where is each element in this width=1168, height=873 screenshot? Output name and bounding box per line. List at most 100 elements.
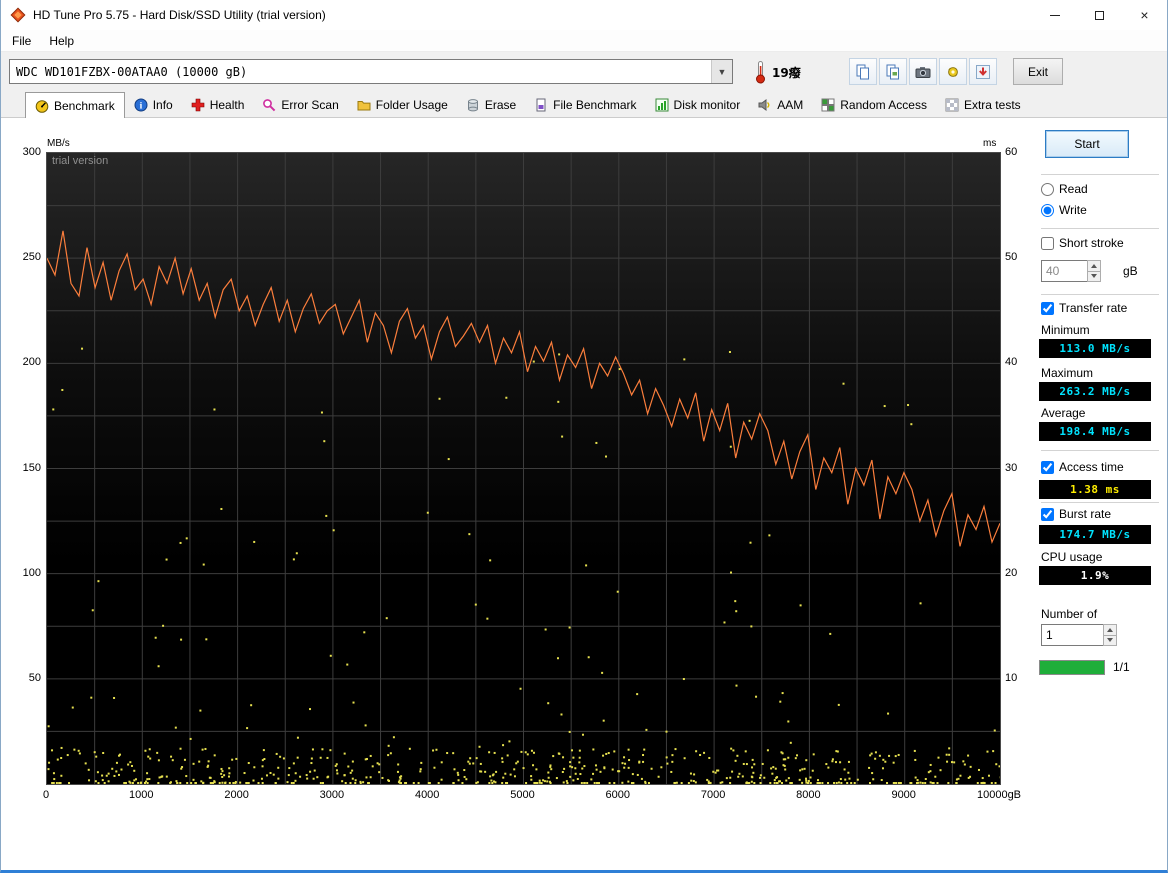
left-axis-unit: MB/s — [47, 138, 70, 149]
drive-selector-input[interactable] — [10, 60, 711, 83]
tab-health[interactable]: Health — [182, 93, 254, 117]
extra-tests-icon — [945, 98, 959, 112]
menu-file[interactable]: File — [3, 31, 40, 51]
tab-extra-tests[interactable]: Extra tests — [936, 93, 1030, 117]
tab-random-access[interactable]: Random Access — [812, 93, 936, 117]
short-stroke-input[interactable] — [1041, 260, 1087, 282]
short-stroke-row[interactable]: Short stroke — [1041, 236, 1124, 250]
axis-tick-label: 6000 — [605, 789, 631, 801]
access-time-value: 1.38 ms — [1039, 480, 1151, 499]
separator — [1041, 228, 1159, 230]
spin-down-button[interactable] — [1088, 270, 1100, 281]
burst-rate-label: Burst rate — [1059, 507, 1112, 521]
cpu-usage-value: 1.9% — [1039, 566, 1151, 585]
transfer-rate-label: Transfer rate — [1059, 301, 1128, 315]
folder-icon — [357, 101, 371, 111]
axis-tick-label: 60 — [1005, 146, 1018, 158]
read-radio-row[interactable]: Read — [1041, 182, 1088, 196]
menu-bar: File Help — [1, 30, 1167, 52]
drive-selector[interactable]: ▼ — [9, 59, 733, 84]
spin-up-button[interactable] — [1088, 261, 1100, 271]
tab-label: File Benchmark — [553, 98, 637, 112]
axis-tick-label: 10 — [1005, 671, 1018, 684]
chevron-down-icon[interactable]: ▼ — [711, 60, 732, 83]
tab-disk-monitor[interactable]: Disk monitor — [646, 93, 750, 117]
axis-tick-label: 50 — [1005, 251, 1018, 264]
title-bar: HD Tune Pro 5.75 - Hard Disk/SSD Utility… — [1, 0, 1167, 30]
chart-canvas — [46, 153, 1002, 784]
number-of-spinner[interactable] — [1041, 624, 1117, 646]
tab-erase[interactable]: Erase — [457, 93, 525, 117]
axis-tick-label: 40 — [1005, 356, 1018, 369]
trial-watermark: trial version — [52, 155, 109, 167]
tab-benchmark[interactable]: Benchmark — [25, 92, 125, 118]
tab-label: Info — [152, 98, 173, 112]
tab-error-scan[interactable]: Error Scan — [253, 93, 347, 117]
axis-tick-label: 4000 — [414, 789, 440, 801]
minimize-button[interactable] — [1032, 0, 1077, 30]
tab-label: Benchmark — [54, 98, 115, 113]
screenshot-button[interactable] — [909, 58, 937, 85]
exit-button[interactable]: Exit — [1013, 58, 1063, 85]
write-radio[interactable] — [1041, 203, 1054, 217]
update-button[interactable] — [969, 58, 997, 85]
app-window: HD Tune Pro 5.75 - Hard Disk/SSD Utility… — [0, 0, 1168, 873]
options-button[interactable] — [939, 58, 967, 85]
number-of-label: Number of — [1041, 607, 1098, 621]
short-stroke-spinner[interactable] — [1041, 260, 1101, 282]
burst-rate-row[interactable]: Burst rate — [1041, 507, 1111, 521]
short-stroke-checkbox[interactable] — [1041, 236, 1054, 250]
access-time-checkbox[interactable] — [1041, 460, 1054, 474]
tab-folder-usage[interactable]: Folder Usage — [348, 93, 457, 117]
copy-text-icon — [856, 64, 869, 79]
benchmark-chart: trial version — [46, 152, 1002, 785]
magnifier-icon — [263, 99, 276, 112]
window-title: HD Tune Pro 5.75 - Hard Disk/SSD Utility… — [33, 8, 326, 22]
read-radio[interactable] — [1041, 182, 1054, 196]
burst-rate-checkbox[interactable] — [1041, 507, 1054, 521]
progress-bar — [1039, 660, 1105, 675]
main-panel: MB/s ms trial version Start Read Write S… — [1, 118, 1167, 870]
maximize-button[interactable] — [1077, 0, 1122, 30]
progress-label: 1/1 — [1113, 660, 1130, 674]
write-radio-row[interactable]: Write — [1041, 203, 1087, 217]
tab-file-benchmark[interactable]: File Benchmark — [525, 93, 645, 117]
maximum-label: Maximum — [1041, 366, 1094, 380]
tab-label: Health — [209, 98, 245, 112]
start-button[interactable]: Start — [1045, 130, 1129, 158]
disk-monitor-icon — [655, 98, 669, 112]
progress-fill — [1040, 661, 1104, 674]
menu-help[interactable]: Help — [40, 31, 83, 51]
random-access-icon — [821, 98, 835, 112]
tab-info[interactable]: i Info — [125, 93, 182, 117]
download-icon — [976, 64, 990, 79]
axis-tick-label: 2000 — [224, 789, 249, 801]
right-axis-unit: ms — [983, 138, 997, 149]
axis-tick-label: 300 — [22, 146, 41, 158]
tab-label: Extra tests — [963, 98, 1021, 112]
spin-down-button[interactable] — [1104, 634, 1116, 645]
close-button[interactable]: × — [1122, 0, 1167, 30]
svg-text:i: i — [139, 101, 142, 111]
maximum-value: 263.2 MB/s — [1039, 382, 1151, 401]
temperature-value: 19癈 — [772, 66, 801, 80]
separator — [1041, 502, 1159, 504]
health-icon — [191, 98, 205, 112]
write-label: Write — [1059, 203, 1087, 217]
copy-image-button[interactable] — [879, 58, 907, 85]
access-time-row[interactable]: Access time — [1041, 460, 1124, 474]
axis-tick-label: 5000 — [510, 789, 535, 801]
toolbar: ▼ 19癈 — [1, 52, 1167, 92]
spin-up-button[interactable] — [1104, 625, 1116, 635]
average-value: 198.4 MB/s — [1039, 422, 1151, 441]
copy-text-button[interactable] — [849, 58, 877, 85]
transfer-rate-row[interactable]: Transfer rate — [1041, 301, 1127, 315]
tab-aam[interactable]: AAM — [749, 93, 812, 117]
minimum-value: 113.0 MB/s — [1039, 339, 1151, 358]
axis-tick-label: 7000 — [700, 789, 726, 801]
erase-icon — [467, 99, 478, 112]
axis-tick-label: 250 — [22, 251, 41, 264]
transfer-rate-checkbox[interactable] — [1041, 301, 1054, 315]
number-of-input[interactable] — [1041, 624, 1103, 646]
options-icon — [948, 66, 958, 77]
